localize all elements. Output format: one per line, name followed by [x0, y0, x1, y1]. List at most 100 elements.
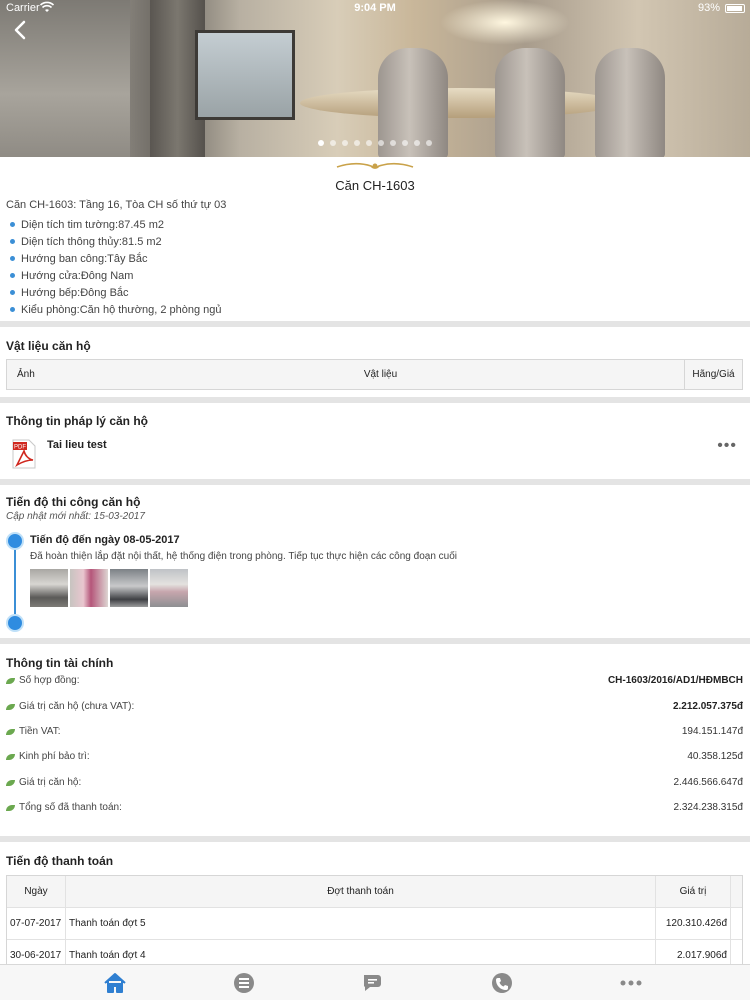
finance-value: CH-1603/2016/AD1/HĐMBCH [607, 675, 743, 686]
materials-title: Vật liệu căn hộ [6, 339, 91, 353]
spec-text: Diện tích tim tường:87.45 m2 [21, 218, 164, 231]
finance-row: Kinh phí bảo trì: 40.358.125đ [6, 751, 743, 769]
page-indicator-dot[interactable] [354, 140, 360, 146]
page-indicator-dot[interactable] [426, 140, 432, 146]
finance-value: 2.446.566.647đ [673, 777, 743, 788]
spec-item: Diện tích tim tường:87.45 m2 [10, 216, 222, 233]
bullet-icon [10, 290, 15, 295]
back-button[interactable] [8, 20, 32, 44]
finance-label: Số hợp đồng: [19, 675, 80, 686]
finance-value: 2.212.057.375đ [672, 701, 743, 712]
finance-row: Số hợp đồng: CH-1603/2016/AD1/HĐMBCH [6, 675, 743, 693]
progress-photo-thumbnail[interactable] [150, 569, 188, 607]
spec-text: Kiểu phòng:Căn hộ thường, 2 phòng ngủ [21, 303, 222, 316]
tab-home[interactable] [103, 972, 127, 994]
photo-window [195, 30, 295, 120]
apartment-detail-screen: Carrier 9:04 PM 93% Căn CH-1603 Căn CH-1… [0, 0, 750, 1000]
spec-list: Diện tích tim tường:87.45 m2 Diện tích th… [10, 216, 222, 318]
tab-chat[interactable] [361, 972, 385, 994]
bullet-icon [10, 256, 15, 261]
column-header: Giá trị [656, 876, 731, 907]
tab-bar [0, 964, 750, 1000]
finance-value: 2.324.238.315đ [673, 802, 743, 813]
leaf-icon [6, 779, 15, 786]
photo-gallery[interactable]: Carrier 9:04 PM 93% [0, 0, 750, 157]
bullet-icon [10, 307, 15, 312]
last-updated: Cập nhật mới nhất: 15-03-2017 [6, 511, 145, 522]
spec-item: Hướng ban công:Tây Bắc [10, 250, 222, 267]
document-name[interactable]: Tai lieu test [47, 439, 107, 451]
spec-item: Hướng bếp:Đông Bắc [10, 284, 222, 301]
photo-table [300, 88, 620, 118]
finance-title: Thông tin tài chính [6, 656, 114, 670]
table-header: Ngày Đợt thanh toán Giá trị [7, 876, 742, 908]
spec-item: Diện tích thông thủy:81.5 m2 [10, 233, 222, 250]
column-header: Ngày [7, 876, 66, 907]
bullet-icon [10, 222, 15, 227]
column-header: Đợt thanh toán [66, 876, 656, 907]
spec-text: Diện tích thông thủy:81.5 m2 [21, 235, 162, 248]
payments-table: Ngày Đợt thanh toán Giá trị 07-07-2017 T… [6, 875, 743, 973]
ornament-divider-icon [336, 162, 414, 169]
table-row[interactable]: 07-07-2017 Thanh toán đợt 5 120.310.426đ [7, 908, 742, 940]
leaf-icon [6, 753, 15, 760]
leaf-icon [6, 804, 15, 811]
finance-label: Kinh phí bảo trì: [19, 751, 90, 762]
spec-text: Hướng bếp:Đông Bắc [21, 286, 129, 299]
tab-more[interactable] [619, 972, 643, 994]
page-indicator-dot[interactable] [414, 140, 420, 146]
more-options-button[interactable]: ••• [717, 437, 737, 455]
materials-table: Ảnh Vật liệu Hãng/Giá [6, 359, 743, 390]
leaf-icon [6, 728, 15, 735]
page-indicator-dot[interactable] [318, 140, 324, 146]
more-icon [620, 980, 642, 986]
leaf-icon [6, 677, 15, 684]
tab-phone[interactable] [490, 972, 514, 994]
section-divider [0, 397, 750, 403]
payment-amount: 120.310.426đ [656, 908, 731, 939]
tab-news[interactable] [232, 972, 256, 994]
spec-text: Hướng ban công:Tây Bắc [21, 252, 148, 265]
document-row[interactable]: PDF Tai lieu test ••• [12, 437, 742, 471]
timeline-node-icon [6, 532, 24, 550]
finance-value: 194.151.147đ [681, 726, 743, 737]
finance-label: Tiền VAT: [19, 726, 61, 737]
page-indicator-dot[interactable] [390, 140, 396, 146]
finance-label: Tổng số đã thanh toán: [19, 802, 122, 813]
finance-row: Giá trị căn hộ: 2.446.566.647đ [6, 777, 743, 795]
page-indicator-dot[interactable] [330, 140, 336, 146]
page-indicator[interactable] [0, 140, 750, 146]
bullet-icon [10, 273, 15, 278]
column-spacer [731, 908, 742, 939]
column-header: Vật liệu [363, 369, 398, 380]
section-divider [0, 479, 750, 485]
progress-photo-thumbnail[interactable] [30, 569, 68, 607]
progress-entry-description: Đã hoàn thiện lắp đặt nội thất, hệ thống… [30, 551, 458, 562]
progress-photo-thumbnail[interactable] [110, 569, 148, 607]
page-indicator-dot[interactable] [366, 140, 372, 146]
payment-phase: Thanh toán đợt 5 [66, 908, 656, 939]
legal-title: Thông tin pháp lý căn hộ [6, 414, 148, 428]
spec-item: Hướng cửa:Đông Nam [10, 267, 222, 284]
phone-icon [492, 973, 512, 993]
page-indicator-dot[interactable] [378, 140, 384, 146]
chat-icon [364, 975, 381, 991]
battery-percent: 93% [697, 2, 720, 14]
apartment-description: Căn CH-1603: Tầng 16, Tòa CH số thứ tự 0… [6, 199, 227, 211]
bullet-icon [10, 239, 15, 244]
finance-label: Giá trị căn hộ (chưa VAT): [19, 701, 135, 712]
progress-photo-thumbnail[interactable] [70, 569, 108, 607]
chevron-left-icon [14, 20, 26, 40]
spec-text: Hướng cửa:Đông Nam [21, 269, 134, 282]
news-icon [234, 973, 254, 993]
svg-text:PDF: PDF [14, 445, 26, 451]
column-header: Hãng/Giá [684, 360, 742, 389]
progress-photos [30, 569, 190, 607]
battery-icon [725, 4, 745, 13]
spec-item: Kiểu phòng:Căn hộ thường, 2 phòng ngủ [10, 301, 222, 318]
page-indicator-dot[interactable] [402, 140, 408, 146]
column-spacer [731, 876, 742, 907]
progress-entry-title: Tiến độ đến ngày 08-05-2017 [30, 534, 180, 546]
payments-title: Tiến độ thanh toán [6, 854, 114, 868]
page-indicator-dot[interactable] [342, 140, 348, 146]
